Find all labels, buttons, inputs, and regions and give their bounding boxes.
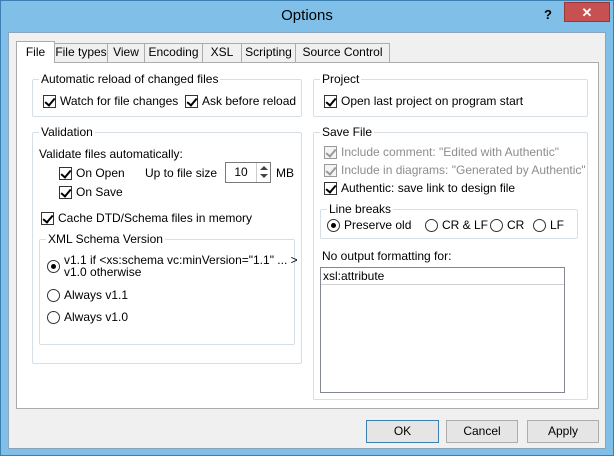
file-size-spinner[interactable]: 10 [225,162,271,183]
watch-label: Watch for file changes [60,94,179,108]
checkbox-box [324,145,337,159]
radio-circle [490,218,503,232]
no-format-list[interactable]: xsl:attribute [320,267,565,393]
validation-group-title: Validation [39,125,95,139]
checkbox-box [324,163,337,177]
tab-scripting[interactable]: Scripting [241,43,296,62]
include-diagrams-label: Include in diagrams: "Generated by Authe… [341,163,586,177]
always-v11-label: Always v1.1 [64,288,129,302]
save-file-group: Save File Include comment: "Edited with … [313,125,588,400]
close-button[interactable]: ✕ [564,2,610,22]
tab-source-control[interactable]: Source Control [295,43,390,62]
radio-circle [47,260,60,273]
reload-group-title: Automatic reload of changed files [39,72,221,86]
checkbox-box [59,166,72,180]
reload-group: Automatic reload of changed files Watch … [32,72,302,117]
radio-circle [425,218,438,232]
dialog-client: File File types View Encoding XSL Script… [8,32,606,449]
ask-before-reload-checkbox[interactable]: Ask before reload [185,94,296,108]
ok-button[interactable]: OK [366,420,439,443]
radio-circle [533,218,546,232]
lf-label: LF [550,218,565,232]
spin-down-icon[interactable] [260,174,268,178]
line-breaks-title: Line breaks [327,202,394,216]
close-icon: ✕ [581,5,593,20]
file-size-value: 10 [234,165,248,179]
checkbox-box [41,211,54,225]
schema-v11-conditional-line2: v1.0 otherwise [64,265,142,279]
checkbox-box [324,181,337,195]
radio-circle [47,288,60,302]
checkbox-box [185,94,198,108]
cache-dtd-checkbox[interactable]: Cache DTD/Schema files in memory [41,211,252,225]
tab-encoding[interactable]: Encoding [144,43,203,62]
apply-button[interactable]: Apply [527,420,599,443]
line-breaks-group: Line breaks Preserve old CR & LF CR LF [320,202,578,239]
project-group: Project Open last project on program sta… [313,72,588,117]
on-save-checkbox[interactable]: On Save [59,185,123,199]
checkbox-box [324,94,337,108]
preserve-old-radio[interactable]: Preserve old [327,218,411,232]
save-file-group-title: Save File [320,125,375,139]
tab-view[interactable]: View [107,43,145,62]
cr-label: CR [507,218,525,232]
on-open-label: On Open [76,166,125,180]
window-title: Options [281,7,333,24]
list-item-empty[interactable] [321,285,564,302]
validate-auto-label: Validate files automatically: [39,147,183,161]
title-bar: Options ? ✕ [1,1,613,31]
save-design-link-label: Authentic: save link to design file [341,181,516,195]
save-design-link-checkbox[interactable]: Authentic: save link to design file [324,181,515,195]
checkbox-box [43,94,56,108]
cr-radio[interactable]: CR [490,218,524,232]
no-format-label: No output formatting for: [322,249,452,263]
on-save-label: On Save [76,185,123,199]
validation-group: Validation Validate files automatically:… [32,125,302,364]
spinner-arrows[interactable] [256,163,270,182]
schema-v11-conditional-radio[interactable]: v1.1 if <xs:schema vc:minVersion="1.1" .… [47,254,298,278]
list-item[interactable]: xsl:attribute [321,268,564,285]
file-size-unit: MB [276,166,294,180]
cache-label: Cache DTD/Schema files in memory [58,211,253,225]
checkbox-box [59,185,72,199]
file-size-label: Up to file size [145,166,218,180]
help-button[interactable]: ? [541,7,555,22]
tab-file[interactable]: File [16,41,55,63]
include-comment-label: Include comment: "Edited with Authentic" [341,145,559,159]
project-group-title: Project [320,72,362,86]
open-last-project-checkbox[interactable]: Open last project on program start [324,94,523,108]
radio-circle [327,218,340,232]
open-last-project-label: Open last project on program start [341,94,524,108]
preserve-old-label: Preserve old [344,218,412,232]
xml-schema-version-title: XML Schema Version [46,232,165,246]
xml-schema-version-group: XML Schema Version v1.1 if <xs:schema vc… [39,232,298,345]
on-open-checkbox[interactable]: On Open [59,166,125,180]
ask-label: Ask before reload [202,94,297,108]
lf-radio[interactable]: LF [533,218,564,232]
cancel-button[interactable]: Cancel [446,420,518,443]
include-comment-checkbox: Include comment: "Edited with Authentic" [324,145,559,159]
always-v11-radio[interactable]: Always v1.1 [47,288,128,302]
watch-file-changes-checkbox[interactable]: Watch for file changes [43,94,178,108]
spin-up-icon[interactable] [260,166,268,170]
tab-xsl[interactable]: XSL [202,43,242,62]
schema-v11-conditional-text: v1.1 if <xs:schema vc:minVersion="1.1" .… [64,254,298,278]
options-dialog: Options ? ✕ File File types View Encodin… [0,0,614,456]
crlf-radio[interactable]: CR & LF [425,218,488,232]
include-diagrams-checkbox: Include in diagrams: "Generated by Authe… [324,163,586,177]
always-v10-label: Always v1.0 [64,310,129,324]
always-v10-radio[interactable]: Always v1.0 [47,310,128,324]
radio-circle [47,310,60,324]
file-tab-page: Automatic reload of changed files Watch … [16,62,599,409]
crlf-label: CR & LF [442,218,489,232]
tab-file-types[interactable]: File types [54,43,108,62]
